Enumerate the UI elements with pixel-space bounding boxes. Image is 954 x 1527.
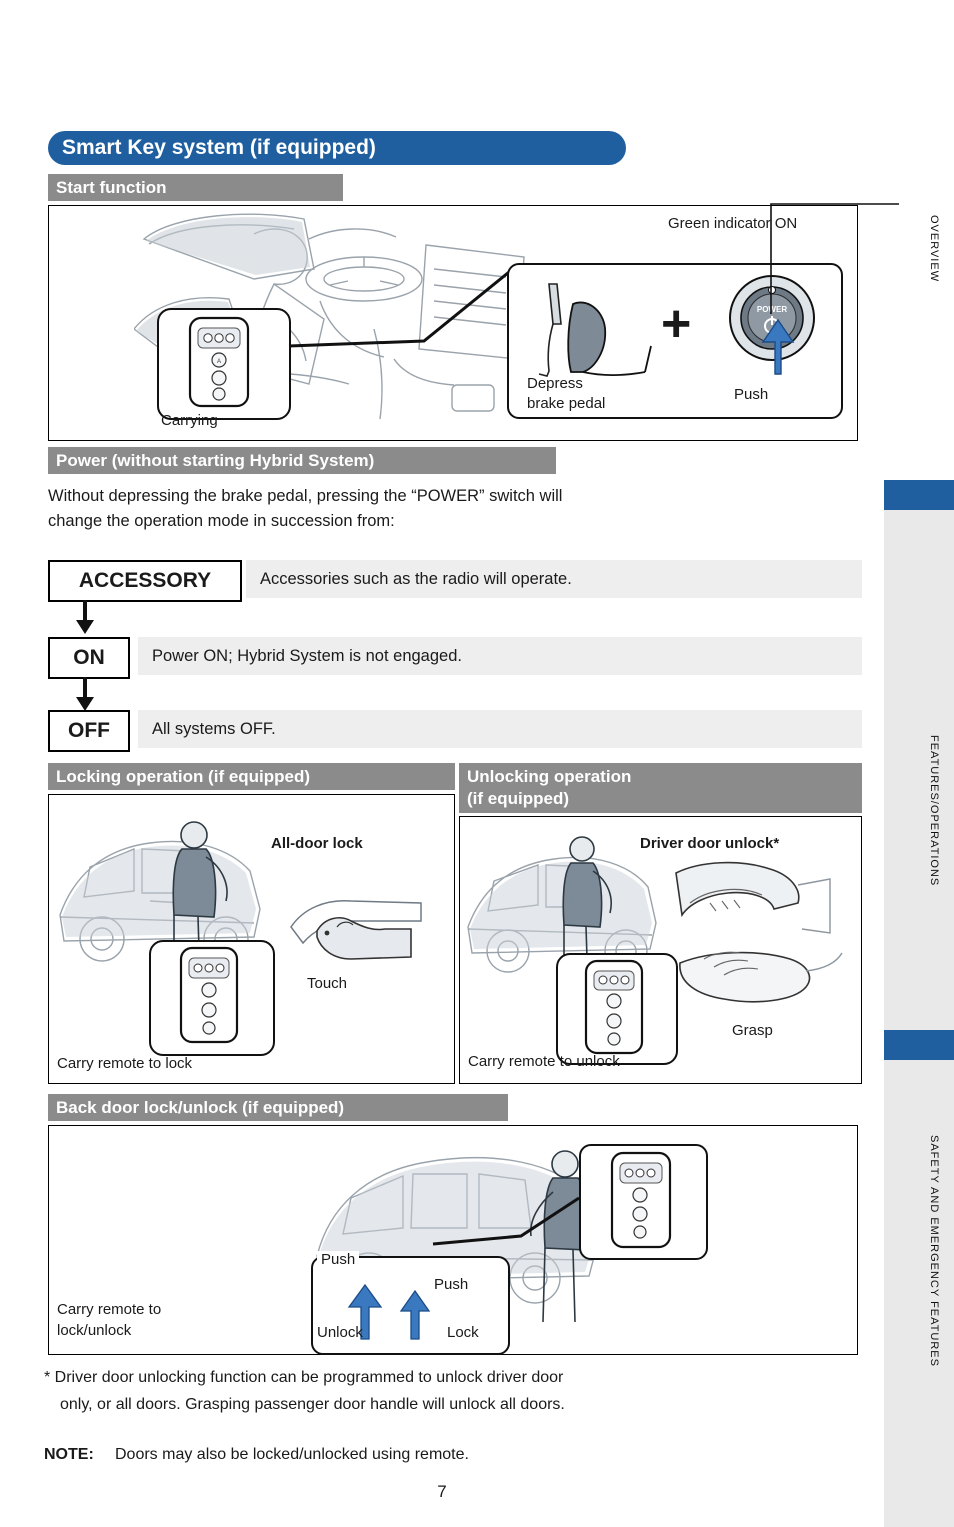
label-grasp: Grasp (732, 1022, 773, 1039)
section-heading-power: Power (without starting Hybrid System) (48, 447, 556, 474)
label-driver-door-unlock: Driver door unlock* (640, 835, 780, 852)
footnote-star-line1: * Driver door unlocking function can be … (44, 1369, 564, 1386)
note-text: Doors may also be locked/unlocked using … (115, 1446, 469, 1463)
page-content: Smart Key system (if equipped) Start fun… (0, 0, 899, 1527)
rail-segment-safety[interactable] (884, 1060, 954, 1527)
label-touch: Touch (307, 975, 348, 992)
page-title: Smart Key system (if equipped) (48, 131, 626, 165)
mode-box-on: ON (48, 637, 130, 679)
rail-label-features: FEATURES/OPERATIONS (928, 735, 940, 887)
brake-pedal-icon (538, 283, 652, 377)
footnote-star-line2: only, or all doors. Grasping passenger d… (60, 1396, 565, 1413)
green-indicator-leader (770, 203, 899, 314)
note-label: NOTE: (44, 1446, 94, 1463)
key-fob-icon-locking (179, 946, 239, 1044)
label-all-door-lock: All-door lock (271, 835, 363, 852)
mode-box-accessory: ACCESSORY (48, 560, 242, 602)
key-fob-icon-carrying: A (188, 316, 250, 408)
section-heading-start-function: Start function (48, 174, 343, 201)
mode-desc-accessory: Accessories such as the radio will opera… (246, 560, 862, 598)
mode-desc-off: All systems OFF. (138, 710, 862, 748)
unlocking-operation-panel: Driver door unlock* Grasp Carry remote t… (459, 816, 862, 1084)
unlocking-heading-line1: Unlocking operation (467, 767, 632, 786)
section-heading-back-door: Back door lock/unlock (if equipped) (48, 1094, 508, 1121)
rail-label-safety: SAFETY AND EMERGENCY FEATURES (928, 1135, 940, 1367)
power-intro-line1: Without depressing the brake pedal, pres… (48, 487, 563, 505)
locking-operation-panel: All-door lock Touch Carry remote to lock (48, 794, 455, 1084)
start-function-panel: A Carrying Depress brake pedal + POWER P… (48, 203, 899, 441)
back-door-panel: Push Push Unlock Lock Carry remote to lo… (48, 1125, 858, 1355)
mode-desc-on: Power ON; Hybrid System is not engaged. (138, 637, 862, 675)
page-number: 7 (437, 1482, 447, 1501)
label-push: Push (734, 386, 769, 403)
push-arrow-icon (761, 318, 795, 375)
mode-box-off: OFF (48, 710, 130, 752)
label-carrying: Carrying (161, 412, 218, 429)
hand-touch-sensor-icon (290, 900, 422, 960)
label-carry-remote-line2: lock/unlock (57, 1322, 132, 1339)
rail-segment-features[interactable] (884, 510, 954, 1030)
svg-text:A: A (217, 359, 221, 365)
key-fob-icon-unlocking (584, 959, 644, 1055)
label-carry-remote-to-unlock: Carry remote to unlock (468, 1053, 620, 1070)
rail-segment-blue-2 (884, 1030, 954, 1060)
label-carry-remote-line1: Carry remote to (57, 1301, 162, 1318)
label-lock: Lock (447, 1324, 479, 1341)
hand-grasp-door-handle-icon (675, 861, 843, 1003)
label-green-indicator-on: Green indicator ON (668, 215, 798, 232)
label-depress-brake-line1: Depress (527, 375, 583, 392)
unlocking-heading-line2: (if equipped) (467, 789, 569, 808)
power-intro-line2: change the operation mode in succession … (48, 512, 395, 530)
label-push-top: Push (317, 1251, 360, 1268)
rail-segment-blue-1 (884, 480, 954, 510)
label-unlock: Unlock (317, 1324, 363, 1341)
rail-label-overview: OVERVIEW (928, 215, 940, 283)
label-carry-remote-to-lock: Carry remote to lock (57, 1055, 193, 1072)
arrow-down-icon-2 (76, 677, 94, 711)
arrow-down-icon-1 (76, 600, 94, 634)
plus-sign: + (661, 295, 692, 353)
label-depress-brake-line2: brake pedal (527, 395, 606, 412)
section-heading-unlocking: Unlocking operation (if equipped) (459, 763, 862, 813)
section-heading-locking: Locking operation (if equipped) (48, 763, 455, 790)
